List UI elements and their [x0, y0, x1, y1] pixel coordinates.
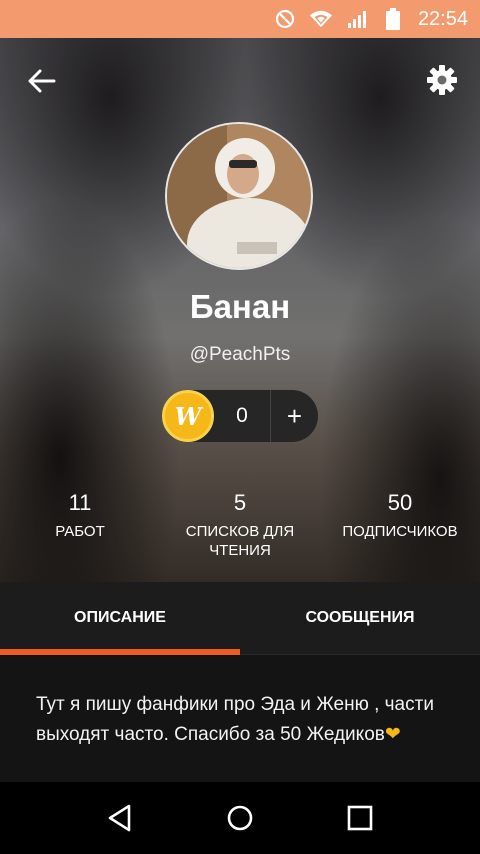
- profile-stats: 11 РАБОТ 5 СПИСКОВ ДЛЯ ЧТЕНИЯ 50 ПОДПИСЧ…: [0, 490, 480, 560]
- profile-name: Банан: [189, 288, 291, 325]
- profile-tabs: ОПИСАНИЕ СООБЩЕНИЯ: [0, 582, 480, 655]
- add-coins-button[interactable]: +: [271, 401, 318, 432]
- profile-description: Тут я пишу фанфики про Эда и Женю , част…: [36, 690, 446, 750]
- coin-icon[interactable]: W: [162, 390, 214, 442]
- stat-label: РАБОТ: [55, 523, 105, 540]
- nav-back-icon[interactable]: [100, 798, 140, 838]
- no-disturb-icon: [274, 8, 296, 30]
- stat-label: СПИСКОВ ДЛЯ ЧТЕНИЯ: [185, 523, 295, 559]
- coin-count: 0: [236, 404, 248, 427]
- stat-followers[interactable]: 50 ПОДПИСЧИКОВ: [320, 490, 480, 560]
- profile-header: Банан @PeachPts W 0 + 11 РАБОТ 5 СПИСКОВ…: [0, 38, 480, 582]
- status-bar: 22:54: [0, 0, 480, 38]
- nav-home-icon[interactable]: [220, 798, 260, 838]
- stat-number: 50: [387, 490, 413, 515]
- stat-number: 5: [233, 490, 247, 515]
- stat-number: 11: [68, 490, 92, 515]
- stat-label: ПОДПИСЧИКОВ: [342, 523, 458, 540]
- system-nav-bar: [0, 782, 480, 854]
- heart-emoji: ❤: [384, 724, 401, 745]
- nav-recents-icon[interactable]: [340, 798, 380, 838]
- gear-icon[interactable]: [424, 62, 460, 98]
- tab-messages[interactable]: СООБЩЕНИЯ: [240, 582, 480, 654]
- back-arrow-icon[interactable]: [22, 64, 62, 98]
- tab-description[interactable]: ОПИСАНИЕ: [0, 582, 240, 655]
- battery-icon: [382, 8, 404, 30]
- profile-handle: @PeachPts: [189, 344, 291, 365]
- wifi-icon: [309, 8, 332, 30]
- stat-works[interactable]: 11 РАБОТ: [0, 490, 160, 560]
- description-text: Тут я пишу фанфики про Эда и Женю , част…: [36, 694, 434, 745]
- avatar[interactable]: [165, 122, 313, 270]
- signal-icon: [346, 8, 368, 30]
- status-time: 22:54: [417, 7, 468, 30]
- stat-reading-lists[interactable]: 5 СПИСКОВ ДЛЯ ЧТЕНИЯ: [160, 490, 320, 560]
- coins-widget: W 0 +: [162, 390, 318, 442]
